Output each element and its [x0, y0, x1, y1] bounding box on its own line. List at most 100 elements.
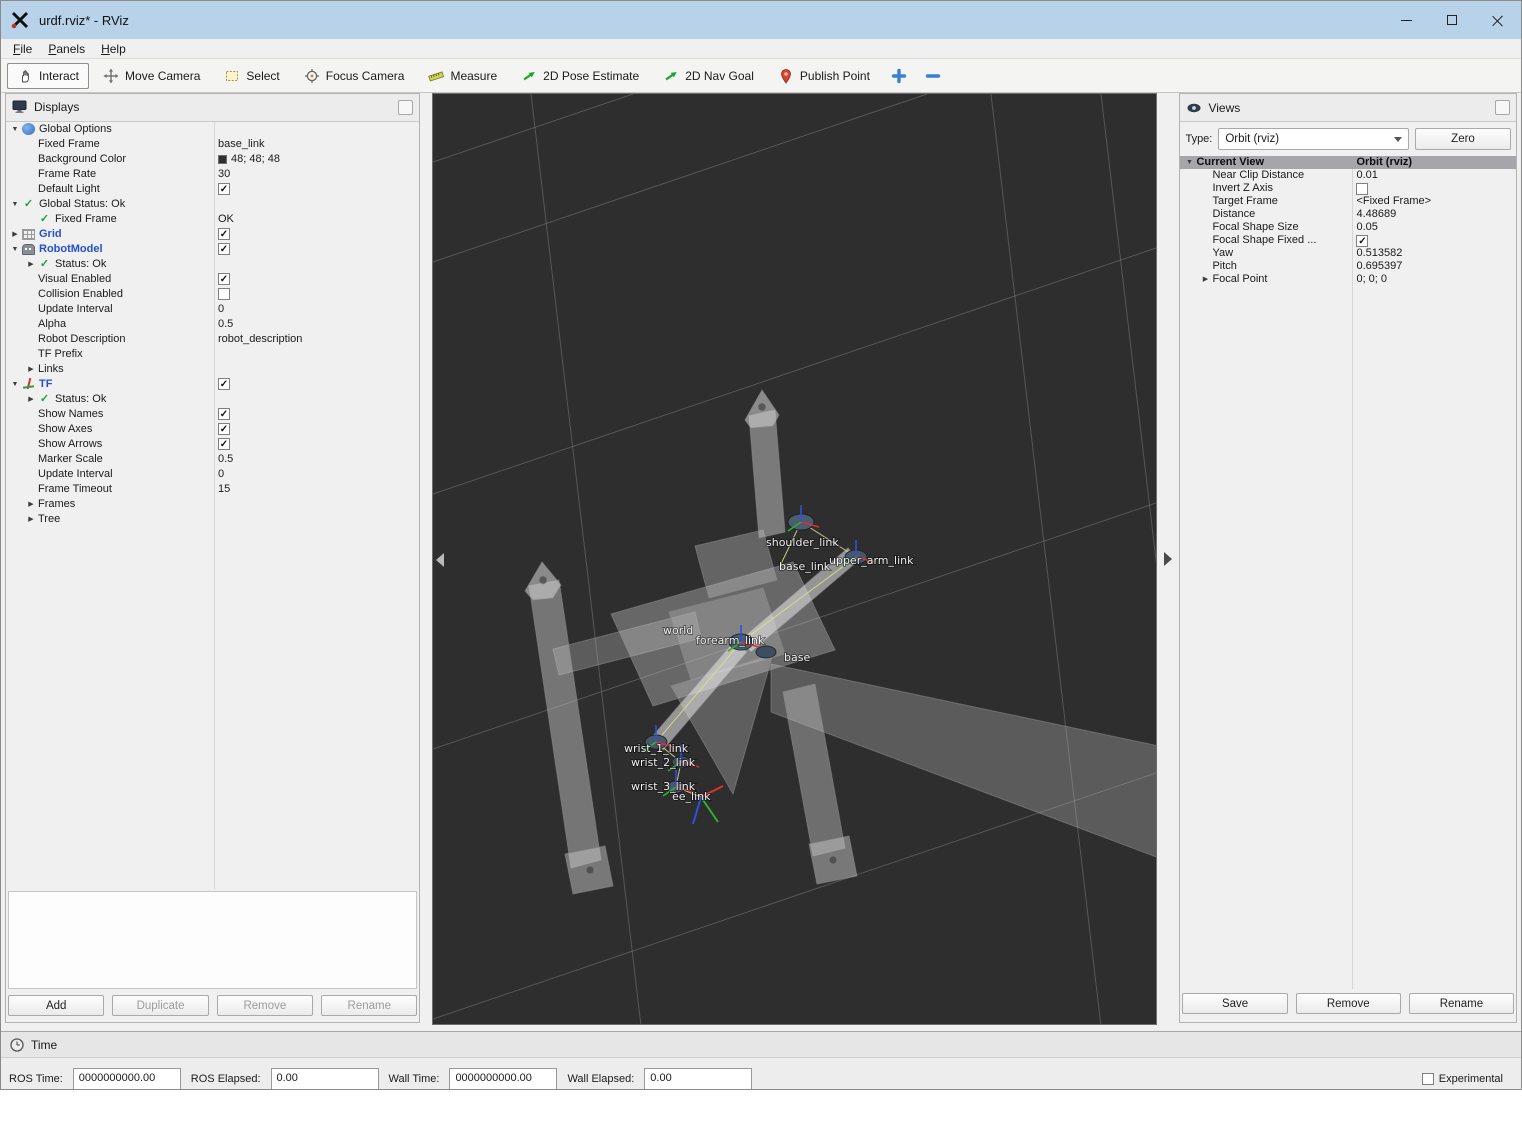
tree-row[interactable]: Invert Z Axis [1180, 182, 1516, 195]
tree-row[interactable]: Default Light✓ [6, 182, 419, 197]
collapse-left-panel-arrow[interactable] [436, 553, 444, 567]
displays-panel-header[interactable]: Displays [6, 94, 419, 122]
checkbox[interactable]: ✓ [218, 423, 230, 435]
value-text[interactable]: OK [218, 212, 234, 227]
tree-row[interactable]: Update Interval0 [6, 467, 419, 482]
collapse-right-panel-arrow[interactable] [1164, 552, 1172, 566]
collapse-arrow-icon[interactable]: ▼ [8, 197, 22, 212]
tree-row[interactable]: ▼✓Global Status: Ok [6, 197, 419, 212]
tree-row[interactable]: Visual Enabled✓ [6, 272, 419, 287]
menu-file[interactable]: File [5, 40, 40, 58]
tree-row[interactable]: Distance4.48689 [1180, 208, 1516, 221]
tool-2d-nav-goal[interactable]: 2D Nav Goal [653, 63, 764, 89]
tree-row[interactable]: ▶Links [6, 362, 419, 377]
value-text[interactable]: 4.48689 [1356, 208, 1396, 221]
value-text[interactable]: 0.5 [218, 452, 233, 467]
tool-interact[interactable]: Interact [7, 63, 89, 89]
close-button[interactable] [1475, 1, 1521, 39]
tree-row[interactable]: ▼RobotModel✓ [6, 242, 419, 257]
tree-row[interactable]: Alpha0.5 [6, 317, 419, 332]
value-text[interactable]: 0 [218, 302, 224, 317]
value-text[interactable]: 0 [218, 467, 224, 482]
checkbox[interactable]: ✓ [218, 183, 230, 195]
tree-row[interactable]: Show Names✓ [6, 407, 419, 422]
expand-arrow-icon[interactable]: ▶ [1198, 273, 1212, 286]
tree-row[interactable]: Marker Scale0.5 [6, 452, 419, 467]
tree-row[interactable]: Collision Enabled [6, 287, 419, 302]
value-text[interactable]: 15 [218, 482, 230, 497]
rename-view-button[interactable]: Rename [1409, 993, 1514, 1014]
expand-arrow-icon[interactable]: ▶ [24, 392, 38, 407]
value-text[interactable]: 0.695397 [1356, 260, 1402, 273]
menu-panels[interactable]: Panels [40, 40, 93, 58]
tree-row[interactable]: Target Frame<Fixed Frame> [1180, 195, 1516, 208]
tool-select[interactable]: Select [214, 63, 289, 89]
tree-row[interactable]: Focal Shape Fixed ...✓ [1180, 234, 1516, 247]
expand-arrow-icon[interactable]: ▶ [24, 512, 38, 527]
value-text[interactable]: Orbit (rviz) [1356, 156, 1412, 169]
tree-row[interactable]: Focal Shape Size0.05 [1180, 221, 1516, 234]
tree-row[interactable]: Robot Descriptionrobot_description [6, 332, 419, 347]
tree-row[interactable]: TF Prefix [6, 347, 419, 362]
collapse-arrow-icon[interactable]: ▼ [8, 122, 22, 137]
value-text[interactable]: 0.01 [1356, 169, 1377, 182]
rename-button[interactable]: Rename [321, 995, 417, 1016]
remove-view-button[interactable]: Remove [1296, 993, 1401, 1014]
value-text[interactable]: 0.05 [1356, 221, 1377, 234]
tool-2d-pose-estimate[interactable]: 2D Pose Estimate [511, 63, 649, 89]
expand-arrow-icon[interactable]: ▶ [24, 362, 38, 377]
collapse-arrow-icon[interactable]: ▼ [1182, 156, 1196, 169]
tree-row[interactable]: Background Color48; 48; 48 [6, 152, 419, 167]
right-splitter[interactable] [1157, 93, 1179, 1031]
panel-float-button[interactable] [1495, 100, 1510, 115]
3d-viewport[interactable]: worldbase_linkshoulder_linkupper_arm_lin… [432, 93, 1157, 1025]
zero-button[interactable]: Zero [1415, 128, 1511, 150]
checkbox[interactable]: ✓ [218, 438, 230, 450]
tree-row[interactable]: ▼Current ViewOrbit (rviz) [1180, 156, 1516, 169]
value-text[interactable]: 0; 0; 0 [1356, 273, 1387, 286]
time-panel-header[interactable]: Time [1, 1032, 1521, 1058]
tree-row[interactable]: ▶Focal Point0; 0; 0 [1180, 273, 1516, 286]
tree-row[interactable]: Show Arrows✓ [6, 437, 419, 452]
checkbox[interactable] [1422, 1073, 1434, 1085]
maximize-button[interactable] [1429, 1, 1475, 39]
value-text[interactable]: 0.513582 [1356, 247, 1402, 260]
panel-float-button[interactable] [398, 100, 413, 115]
tree-row[interactable]: ▶Grid✓ [6, 227, 419, 242]
tool-measure[interactable]: Measure [418, 63, 507, 89]
tree-row[interactable]: ▼Global Options [6, 122, 419, 137]
expand-arrow-icon[interactable]: ▶ [24, 257, 38, 272]
checkbox[interactable] [1356, 183, 1368, 195]
remove-button[interactable]: Remove [217, 995, 313, 1016]
expand-arrow-icon[interactable]: ▶ [8, 227, 22, 242]
remove-tool-button[interactable] [918, 63, 948, 89]
tree-row[interactable]: Show Axes✓ [6, 422, 419, 437]
menu-help[interactable]: Help [93, 40, 134, 58]
tree-row[interactable]: Fixed Framebase_link [6, 137, 419, 152]
value-text[interactable]: base_link [218, 137, 264, 152]
view-type-select[interactable]: Orbit (rviz) [1218, 128, 1409, 150]
checkbox[interactable]: ✓ [218, 408, 230, 420]
value-text[interactable]: robot_description [218, 332, 302, 347]
tree-row[interactable]: ▶Tree [6, 512, 419, 527]
checkbox[interactable]: ✓ [218, 228, 230, 240]
tree-row[interactable]: Yaw0.513582 [1180, 247, 1516, 260]
value-text[interactable]: 30 [218, 167, 230, 182]
save-view-button[interactable]: Save [1182, 993, 1287, 1014]
tree-row[interactable]: Frame Timeout15 [6, 482, 419, 497]
checkbox[interactable]: ✓ [218, 273, 230, 285]
tool-publish-point[interactable]: Publish Point [768, 63, 880, 89]
collapse-arrow-icon[interactable]: ▼ [8, 377, 22, 392]
titlebar[interactable]: urdf.rviz* - RViz [1, 1, 1521, 39]
value-text[interactable]: <Fixed Frame> [1356, 195, 1431, 208]
checkbox[interactable]: ✓ [1356, 235, 1368, 247]
checkbox[interactable]: ✓ [218, 378, 230, 390]
tree-row[interactable]: Frame Rate30 [6, 167, 419, 182]
tree-row[interactable]: ▶Frames [6, 497, 419, 512]
checkbox[interactable] [218, 288, 230, 300]
add-button[interactable]: Add [8, 995, 104, 1016]
tree-row[interactable]: Near Clip Distance0.01 [1180, 169, 1516, 182]
value-text[interactable]: 48; 48; 48 [231, 152, 280, 167]
add-tool-button[interactable] [884, 63, 914, 89]
tool-focus-camera[interactable]: Focus Camera [294, 63, 415, 89]
